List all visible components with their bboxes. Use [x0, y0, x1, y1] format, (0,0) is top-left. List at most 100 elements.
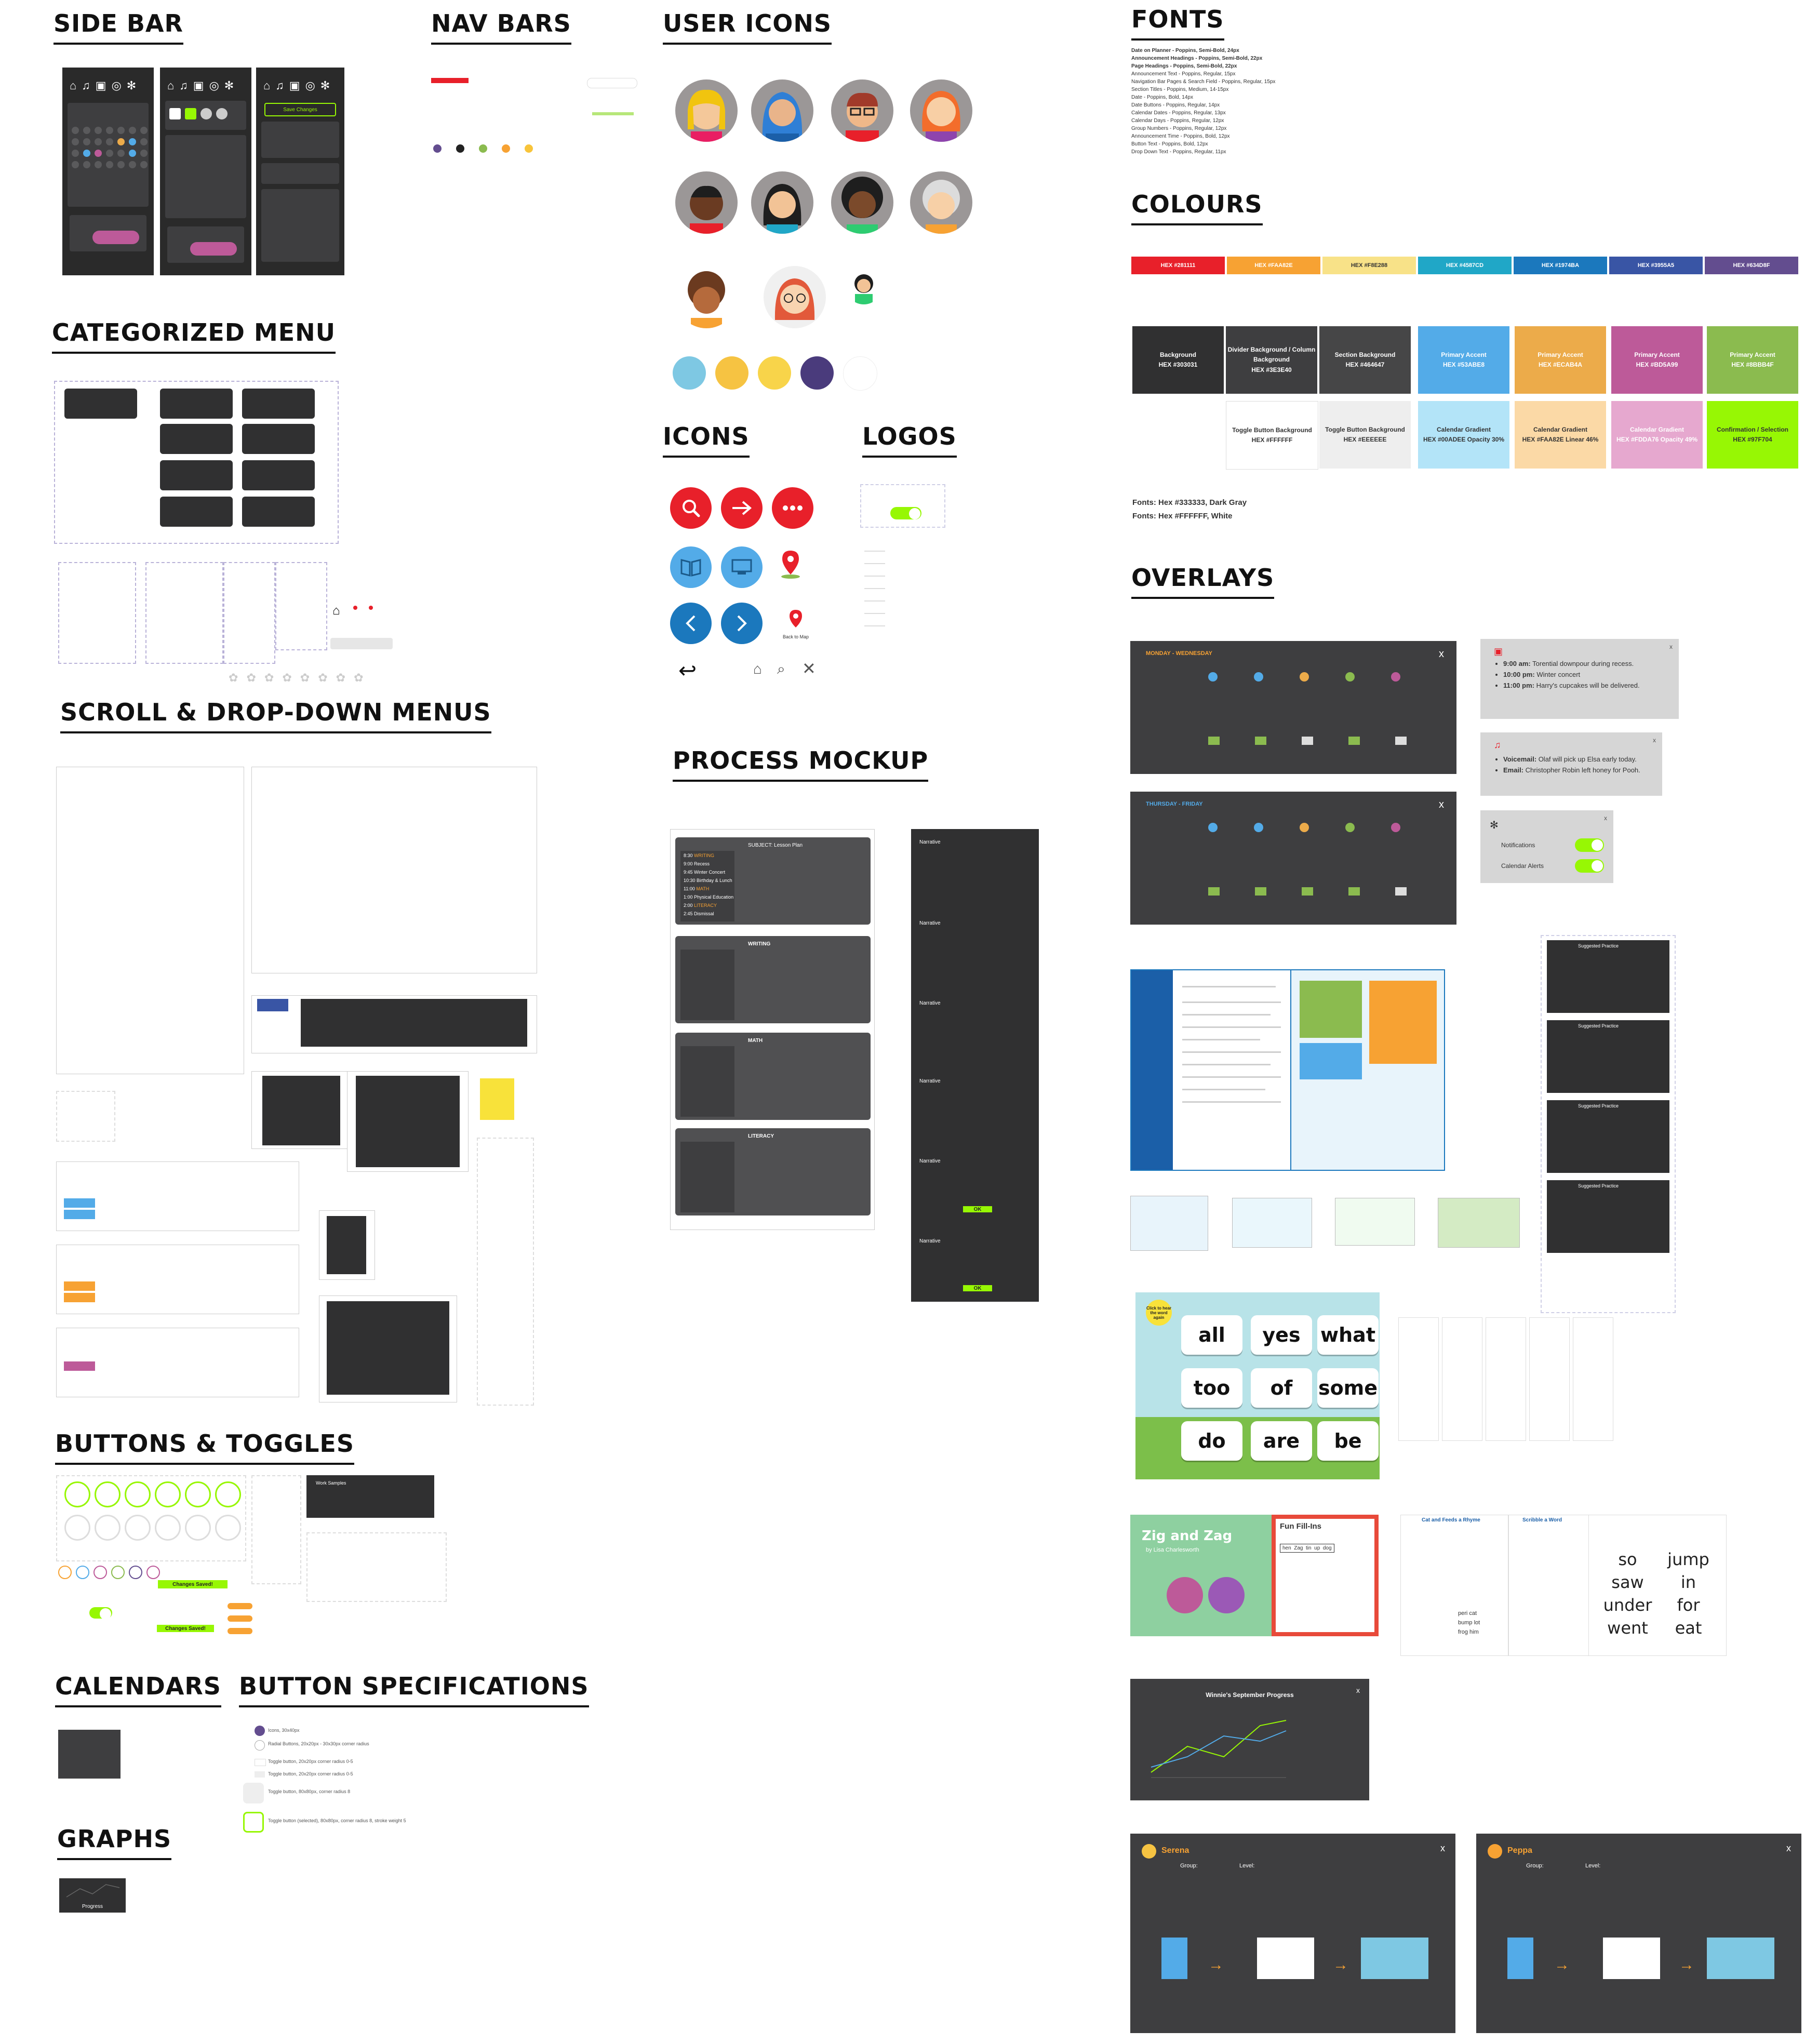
user-avatar-hijab-girl[interactable] — [751, 79, 813, 142]
word-tile[interactable]: are — [1251, 1421, 1312, 1461]
word-tile[interactable]: too — [1181, 1368, 1242, 1408]
user-avatar-ginger-girl[interactable] — [764, 266, 826, 328]
group-student-list[interactable] — [261, 189, 339, 262]
calendar-icon[interactable]: ▣ — [289, 79, 300, 92]
avatar[interactable] — [843, 356, 877, 391]
close-icon[interactable]: x — [1786, 1843, 1791, 1854]
changes-saved-button[interactable]: Changes Saved! — [158, 1580, 228, 1588]
progress-graph-thumbnail[interactable]: Progress — [59, 1878, 126, 1913]
student-dropdown-list[interactable] — [301, 999, 527, 1047]
activity-thumbnail[interactable] — [1257, 1938, 1314, 1979]
user-avatar-redhead-girl[interactable] — [910, 79, 972, 142]
calendar-thumbnail[interactable] — [58, 1730, 121, 1779]
presentation-icon[interactable] — [721, 546, 763, 588]
toggle-round-button[interactable] — [185, 1515, 211, 1541]
changes-saved-button[interactable]: Changes Saved! — [157, 1625, 214, 1632]
event-pill[interactable] — [190, 242, 237, 256]
close-icon[interactable]: x — [1653, 737, 1656, 744]
word-tile[interactable]: all — [1181, 1315, 1242, 1355]
settings-icon[interactable]: ✻ — [127, 79, 136, 92]
close-icon[interactable]: x — [1440, 1843, 1445, 1854]
word-tile[interactable]: some — [1317, 1368, 1379, 1408]
avatar[interactable] — [502, 144, 510, 153]
home-icon[interactable]: ⌂ — [753, 661, 762, 677]
book-cover[interactable]: Zig and Zag by Lisa Charlesworth — [1130, 1515, 1272, 1636]
game-card[interactable] — [1398, 1317, 1439, 1441]
toggle-round-button[interactable] — [125, 1515, 151, 1541]
suggested-practice-card[interactable]: Suggested Practice — [1547, 1180, 1669, 1253]
toggle-round-button[interactable] — [64, 1481, 90, 1507]
close-icon[interactable]: x — [1439, 799, 1444, 811]
home-icon[interactable]: ⌂ — [70, 79, 76, 92]
globe-icon[interactable]: ◎ — [112, 79, 122, 92]
bell-icon[interactable]: ♫ — [179, 79, 188, 92]
lesson-plan-card[interactable]: MATH — [675, 1033, 871, 1120]
toggle-switch[interactable] — [890, 507, 921, 519]
toggle-round-button[interactable] — [185, 1481, 211, 1507]
close-icon[interactable]: x — [1356, 1686, 1360, 1694]
post-activities-menu[interactable] — [242, 424, 315, 454]
toggle-round-button[interactable] — [155, 1481, 181, 1507]
level-options[interactable] — [261, 163, 339, 184]
activity-thumbnail[interactable] — [1603, 1938, 1660, 1979]
toggle-round-button[interactable] — [215, 1515, 241, 1541]
avatar[interactable] — [715, 356, 748, 390]
toggle-round-button[interactable] — [64, 1515, 90, 1541]
post-activities-menu[interactable] — [242, 497, 315, 527]
word-tile[interactable]: what — [1317, 1315, 1379, 1355]
bell-icon[interactable]: ♫ — [275, 79, 284, 92]
activity-thumbnail[interactable] — [1707, 1938, 1774, 1979]
settings-icon[interactable]: ✻ — [320, 79, 330, 92]
narrative-ok-button[interactable]: OK — [963, 1285, 992, 1291]
chevron-right-icon[interactable] — [721, 603, 763, 644]
toggle-switch[interactable] — [89, 1607, 112, 1620]
nav-search-input[interactable] — [587, 78, 637, 88]
story-thumbnail[interactable] — [1335, 1198, 1415, 1246]
post-activities-menu[interactable] — [160, 389, 233, 419]
toggle-round-button[interactable] — [95, 1481, 121, 1507]
user-avatar-glasses-boy[interactable] — [831, 79, 893, 142]
post-activities-menu[interactable] — [160, 424, 233, 454]
home-icon[interactable]: ⌂ — [167, 79, 174, 92]
toggle-round-button[interactable] — [215, 1481, 241, 1507]
home-icon[interactable]: ⌂ — [263, 79, 270, 92]
story-thumbnail[interactable] — [1438, 1198, 1520, 1248]
close-icon[interactable]: x — [1439, 648, 1444, 660]
game-card[interactable] — [1442, 1317, 1482, 1441]
lesson-plan-card[interactable]: WRITING — [675, 936, 871, 1023]
user-avatar-black-hair-girl[interactable] — [751, 171, 813, 234]
word-tile[interactable]: of — [1251, 1368, 1312, 1408]
settings-icon[interactable]: ✻ — [224, 79, 234, 92]
chevron-left-icon[interactable] — [670, 603, 712, 644]
back-to-map-icon[interactable]: Back to Map — [780, 609, 811, 639]
calendar-alerts-toggle[interactable] — [1575, 859, 1604, 873]
post-activities-menu[interactable] — [64, 389, 137, 419]
avatar[interactable] — [673, 356, 706, 390]
student-dropdown[interactable] — [257, 999, 288, 1011]
post-activities-menu[interactable] — [160, 497, 233, 527]
story-thumbnail[interactable] — [1232, 1198, 1312, 1248]
calendar-icon[interactable]: ▣ — [96, 79, 106, 92]
more-icon[interactable] — [772, 487, 813, 529]
audio-hint-button[interactable]: Click to hear the word again — [1146, 1300, 1172, 1326]
toggle-round-button[interactable] — [95, 1515, 121, 1541]
user-avatar-curly-boy[interactable] — [675, 266, 738, 328]
post-activities-menu[interactable] — [160, 460, 233, 490]
map-pin-icon[interactable] — [779, 549, 802, 582]
post-activities-menu[interactable] — [242, 460, 315, 490]
lesson-plan-card[interactable]: SUBJECT: Lesson Plan 8:30 WRITING 9:00 R… — [675, 837, 871, 925]
activity-thumbnail[interactable] — [1507, 1938, 1533, 1979]
post-activities-options[interactable] — [165, 101, 246, 130]
mini-calendar[interactable] — [68, 103, 149, 207]
avatar[interactable] — [456, 144, 464, 153]
avatar[interactable] — [525, 144, 533, 153]
suggested-practice-card[interactable]: Suggested Practice — [1547, 1020, 1669, 1093]
narrative-ok-button[interactable]: OK — [963, 1206, 992, 1212]
avatar[interactable] — [433, 144, 442, 153]
user-avatar-dark-boy[interactable] — [675, 171, 738, 234]
toggle-round-button[interactable] — [125, 1481, 151, 1507]
calendar-icon[interactable]: ▣ — [193, 79, 204, 92]
activity-thumbnail[interactable] — [1161, 1938, 1187, 1979]
search-icon[interactable] — [670, 487, 712, 529]
home-icon[interactable]: ⌂ — [332, 604, 340, 618]
